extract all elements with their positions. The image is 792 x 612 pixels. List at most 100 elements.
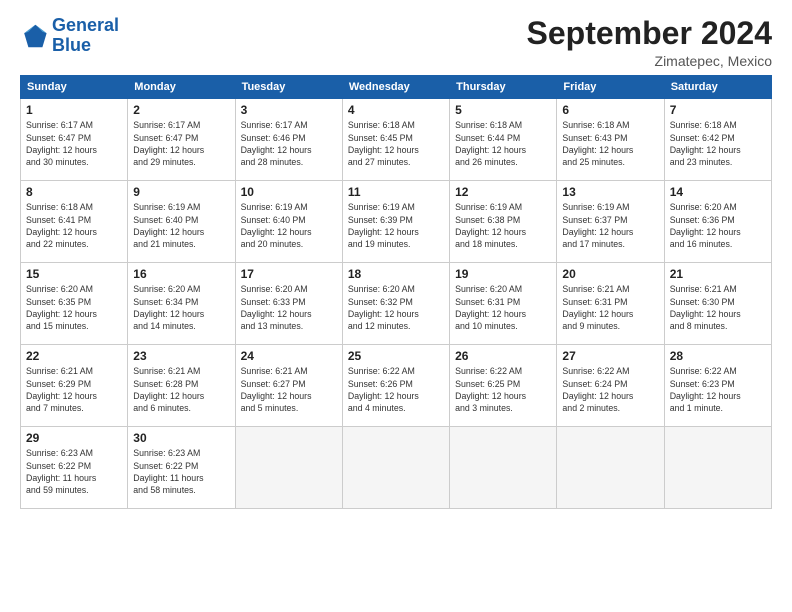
calendar-cell: [235, 427, 342, 509]
day-info: Sunrise: 6:23 AM Sunset: 6:22 PM Dayligh…: [133, 447, 229, 496]
calendar-cell: 22 Sunrise: 6:21 AM Sunset: 6:29 PM Dayli…: [21, 345, 128, 427]
calendar-header-thursday: Thursday: [450, 76, 557, 99]
day-info: Sunrise: 6:19 AM Sunset: 6:37 PM Dayligh…: [562, 201, 658, 250]
day-number: 16: [133, 267, 229, 281]
day-number: 4: [348, 103, 444, 117]
day-info: Sunrise: 6:17 AM Sunset: 6:47 PM Dayligh…: [26, 119, 122, 168]
calendar-cell: 8Sunrise: 6:18 AM Sunset: 6:41 PM Daylig…: [21, 181, 128, 263]
day-info: Sunrise: 6:22 AM Sunset: 6:26 PM Dayligh…: [348, 365, 444, 414]
calendar-header-row: SundayMondayTuesdayWednesdayThursdayFrid…: [21, 76, 772, 99]
day-number: 3: [241, 103, 337, 117]
calendar-cell: 1 Sunrise: 6:17 AM Sunset: 6:47 PM Daylig…: [21, 99, 128, 181]
calendar-week-4: 22 Sunrise: 6:21 AM Sunset: 6:29 PM Dayli…: [21, 345, 772, 427]
day-number: 23: [133, 349, 229, 363]
day-number: 24: [241, 349, 337, 363]
day-info: Sunrise: 6:20 AM Sunset: 6:35 PM Dayligh…: [26, 283, 122, 332]
calendar-cell: 24 Sunrise: 6:21 AM Sunset: 6:27 PM Dayli…: [235, 345, 342, 427]
day-info: Sunrise: 6:21 AM Sunset: 6:31 PM Dayligh…: [562, 283, 658, 332]
day-info: Sunrise: 6:20 AM Sunset: 6:31 PM Dayligh…: [455, 283, 551, 332]
calendar-week-3: 15 Sunrise: 6:20 AM Sunset: 6:35 PM Dayli…: [21, 263, 772, 345]
day-info: Sunrise: 6:18 AM Sunset: 6:45 PM Dayligh…: [348, 119, 444, 168]
day-number: 2: [133, 103, 229, 117]
calendar-cell: 28 Sunrise: 6:22 AM Sunset: 6:23 PM Dayli…: [664, 345, 771, 427]
month-title: September 2024: [527, 16, 772, 51]
day-info: Sunrise: 6:21 AM Sunset: 6:28 PM Dayligh…: [133, 365, 229, 414]
day-number: 19: [455, 267, 551, 281]
day-info: Sunrise: 6:18 AM Sunset: 6:43 PM Dayligh…: [562, 119, 658, 168]
calendar: SundayMondayTuesdayWednesdayThursdayFrid…: [20, 75, 772, 509]
calendar-header-tuesday: Tuesday: [235, 76, 342, 99]
day-number: 6: [562, 103, 658, 117]
day-number: 14: [670, 185, 766, 199]
day-number: 29: [26, 431, 122, 445]
calendar-header-monday: Monday: [128, 76, 235, 99]
calendar-cell: 16 Sunrise: 6:20 AM Sunset: 6:34 PM Dayli…: [128, 263, 235, 345]
day-info: Sunrise: 6:21 AM Sunset: 6:30 PM Dayligh…: [670, 283, 766, 332]
day-number: 21: [670, 267, 766, 281]
calendar-cell: 4 Sunrise: 6:18 AM Sunset: 6:45 PM Daylig…: [342, 99, 449, 181]
day-number: 22: [26, 349, 122, 363]
day-number: 10: [241, 185, 337, 199]
calendar-cell: 7Sunrise: 6:18 AM Sunset: 6:42 PM Daylig…: [664, 99, 771, 181]
calendar-cell: 15 Sunrise: 6:20 AM Sunset: 6:35 PM Dayli…: [21, 263, 128, 345]
day-info: Sunrise: 6:22 AM Sunset: 6:25 PM Dayligh…: [455, 365, 551, 414]
day-number: 9: [133, 185, 229, 199]
calendar-cell: 13 Sunrise: 6:19 AM Sunset: 6:37 PM Dayli…: [557, 181, 664, 263]
day-number: 28: [670, 349, 766, 363]
day-number: 27: [562, 349, 658, 363]
day-info: Sunrise: 6:19 AM Sunset: 6:39 PM Dayligh…: [348, 201, 444, 250]
location: Zimatepec, Mexico: [527, 53, 772, 69]
calendar-header-saturday: Saturday: [664, 76, 771, 99]
day-info: Sunrise: 6:20 AM Sunset: 6:33 PM Dayligh…: [241, 283, 337, 332]
calendar-week-5: 29 Sunrise: 6:23 AM Sunset: 6:22 PM Dayli…: [21, 427, 772, 509]
day-info: Sunrise: 6:18 AM Sunset: 6:41 PM Dayligh…: [26, 201, 122, 250]
logo-icon: [20, 22, 48, 50]
calendar-cell: [557, 427, 664, 509]
calendar-week-2: 8Sunrise: 6:18 AM Sunset: 6:41 PM Daylig…: [21, 181, 772, 263]
day-info: Sunrise: 6:19 AM Sunset: 6:40 PM Dayligh…: [133, 201, 229, 250]
day-info: Sunrise: 6:19 AM Sunset: 6:38 PM Dayligh…: [455, 201, 551, 250]
calendar-cell: 6 Sunrise: 6:18 AM Sunset: 6:43 PM Daylig…: [557, 99, 664, 181]
day-info: Sunrise: 6:20 AM Sunset: 6:34 PM Dayligh…: [133, 283, 229, 332]
day-number: 11: [348, 185, 444, 199]
calendar-cell: 10 Sunrise: 6:19 AM Sunset: 6:40 PM Dayli…: [235, 181, 342, 263]
day-info: Sunrise: 6:22 AM Sunset: 6:23 PM Dayligh…: [670, 365, 766, 414]
calendar-header-friday: Friday: [557, 76, 664, 99]
day-info: Sunrise: 6:21 AM Sunset: 6:29 PM Dayligh…: [26, 365, 122, 414]
day-number: 17: [241, 267, 337, 281]
day-number: 15: [26, 267, 122, 281]
day-number: 30: [133, 431, 229, 445]
day-info: Sunrise: 6:21 AM Sunset: 6:27 PM Dayligh…: [241, 365, 337, 414]
logo-text: General Blue: [52, 16, 119, 56]
calendar-cell: 17 Sunrise: 6:20 AM Sunset: 6:33 PM Dayli…: [235, 263, 342, 345]
calendar-cell: 21 Sunrise: 6:21 AM Sunset: 6:30 PM Dayli…: [664, 263, 771, 345]
day-number: 13: [562, 185, 658, 199]
day-number: 25: [348, 349, 444, 363]
day-info: Sunrise: 6:18 AM Sunset: 6:42 PM Dayligh…: [670, 119, 766, 168]
calendar-cell: 12Sunrise: 6:19 AM Sunset: 6:38 PM Dayli…: [450, 181, 557, 263]
day-number: 1: [26, 103, 122, 117]
logo: General Blue: [20, 16, 119, 56]
day-number: 18: [348, 267, 444, 281]
page: General Blue September 2024 Zimatepec, M…: [0, 0, 792, 612]
calendar-cell: 23 Sunrise: 6:21 AM Sunset: 6:28 PM Dayli…: [128, 345, 235, 427]
day-number: 20: [562, 267, 658, 281]
day-info: Sunrise: 6:23 AM Sunset: 6:22 PM Dayligh…: [26, 447, 122, 496]
calendar-cell: 26 Sunrise: 6:22 AM Sunset: 6:25 PM Dayli…: [450, 345, 557, 427]
calendar-cell: 25 Sunrise: 6:22 AM Sunset: 6:26 PM Dayli…: [342, 345, 449, 427]
day-info: Sunrise: 6:17 AM Sunset: 6:46 PM Dayligh…: [241, 119, 337, 168]
day-number: 5: [455, 103, 551, 117]
calendar-cell: 3 Sunrise: 6:17 AM Sunset: 6:46 PM Daylig…: [235, 99, 342, 181]
calendar-cell: 9 Sunrise: 6:19 AM Sunset: 6:40 PM Daylig…: [128, 181, 235, 263]
day-info: Sunrise: 6:17 AM Sunset: 6:47 PM Dayligh…: [133, 119, 229, 168]
day-info: Sunrise: 6:22 AM Sunset: 6:24 PM Dayligh…: [562, 365, 658, 414]
calendar-cell: 19 Sunrise: 6:20 AM Sunset: 6:31 PM Dayli…: [450, 263, 557, 345]
day-info: Sunrise: 6:20 AM Sunset: 6:32 PM Dayligh…: [348, 283, 444, 332]
calendar-cell: 30 Sunrise: 6:23 AM Sunset: 6:22 PM Dayli…: [128, 427, 235, 509]
calendar-cell: 2 Sunrise: 6:17 AM Sunset: 6:47 PM Daylig…: [128, 99, 235, 181]
day-info: Sunrise: 6:19 AM Sunset: 6:40 PM Dayligh…: [241, 201, 337, 250]
calendar-cell: [664, 427, 771, 509]
calendar-week-1: 1 Sunrise: 6:17 AM Sunset: 6:47 PM Daylig…: [21, 99, 772, 181]
day-number: 26: [455, 349, 551, 363]
calendar-header-wednesday: Wednesday: [342, 76, 449, 99]
